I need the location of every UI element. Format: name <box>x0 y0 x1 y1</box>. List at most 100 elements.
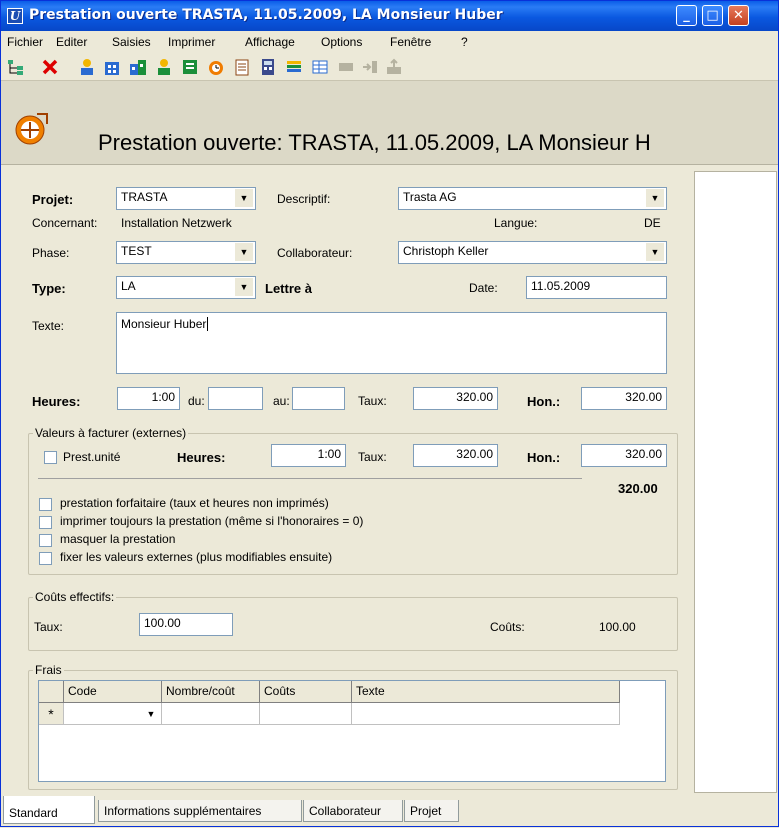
grid-cell-texte[interactable] <box>352 703 620 725</box>
du-field[interactable] <box>208 387 263 410</box>
option-checkbox-masquer[interactable] <box>39 534 52 547</box>
block-icon[interactable] <box>337 58 355 76</box>
menu-imprimer[interactable]: Imprimer <box>168 35 215 49</box>
valeurs-heures-value: 1:00 <box>317 447 341 461</box>
column-header-nombre[interactable]: Nombre/coût <box>162 681 260 703</box>
side-panel <box>694 171 777 793</box>
texte-field[interactable]: Monsieur Huber <box>116 312 667 374</box>
langue-label: Langue: <box>494 216 538 230</box>
menu-options[interactable]: Options <box>321 35 362 49</box>
collaborateur-select[interactable]: Christoph Keller <box>398 241 667 264</box>
chevron-down-icon[interactable]: ▼ <box>235 189 253 207</box>
texte-label: Texte: <box>32 319 65 333</box>
taux-field[interactable]: 320.00 <box>413 387 498 410</box>
menu-fenetre[interactable]: Fenêtre <box>390 35 431 49</box>
date-field[interactable]: 11.05.2009 <box>526 276 667 299</box>
column-header-code[interactable]: Code <box>64 681 162 703</box>
tab-projet[interactable]: Projet <box>404 800 459 822</box>
column-header-couts[interactable]: Coûts <box>260 681 352 703</box>
hon-field[interactable]: 320.00 <box>581 387 667 410</box>
valeurs-hon-label: Hon.: <box>527 450 561 465</box>
tree-icon[interactable] <box>7 58 25 76</box>
menu-fichier[interactable]: Fichier <box>7 35 43 49</box>
du-label: du: <box>188 394 205 408</box>
chevron-down-icon[interactable]: ▼ <box>142 705 160 723</box>
tab-collaborateur[interactable]: Collaborateur <box>303 800 403 822</box>
hon-label: Hon.: <box>527 394 561 409</box>
valeurs-taux-label: Taux: <box>358 450 387 464</box>
table-icon[interactable] <box>311 58 329 76</box>
menu-saisies[interactable]: Saisies <box>112 35 151 49</box>
date-value: 11.05.2009 <box>531 279 591 293</box>
option-checkbox-fixer[interactable] <box>39 552 52 565</box>
person-green-icon[interactable] <box>155 58 173 76</box>
text-cursor <box>207 317 209 331</box>
maximize-button[interactable]: □ <box>702 5 723 26</box>
descriptif-value: Trasta AG <box>403 190 457 204</box>
prest-unite-checkbox[interactable] <box>44 451 57 464</box>
valeurs-hon-field[interactable]: 320.00 <box>581 444 667 467</box>
couts-taux-field[interactable]: 100.00 <box>139 613 233 636</box>
new-row-marker: * <box>39 703 64 725</box>
notebook-icon[interactable] <box>181 58 199 76</box>
collaborateur-value: Christoph Keller <box>403 244 489 258</box>
valeurs-hon-value: 320.00 <box>625 447 662 461</box>
valeurs-heures-field[interactable]: 1:00 <box>271 444 346 467</box>
taux-value: 320.00 <box>456 390 493 404</box>
valeurs-taux-value: 320.00 <box>456 447 493 461</box>
column-header-texte[interactable]: Texte <box>352 681 620 703</box>
hon-value: 320.00 <box>625 390 662 404</box>
menu-affichage[interactable]: Affichage <box>245 35 295 49</box>
delete-icon[interactable] <box>41 58 59 76</box>
projet-value: TRASTA <box>121 190 168 204</box>
concernant-value: Installation Netzwerk <box>121 216 232 230</box>
chevron-down-icon[interactable]: ▼ <box>235 278 253 296</box>
heures-field[interactable]: 1:00 <box>117 387 180 410</box>
tab-bar: Standard Informations supplémentaires Co… <box>1 796 778 828</box>
calculator-icon[interactable] <box>259 58 277 76</box>
building-icon[interactable] <box>103 58 121 76</box>
option-checkbox-forfaitaire[interactable] <box>39 498 52 511</box>
chevron-down-icon[interactable]: ▼ <box>646 189 664 207</box>
descriptif-select[interactable]: Trasta AG <box>398 187 667 210</box>
frais-group-title: Frais <box>33 663 64 677</box>
tab-informations[interactable]: Informations supplémentaires <box>98 800 302 822</box>
projet-label: Projet: <box>32 192 74 207</box>
grid-corner <box>39 681 64 703</box>
frais-grid[interactable]: Code Nombre/coût Coûts Texte * ▼ <box>38 680 666 782</box>
chevron-down-icon[interactable]: ▼ <box>235 243 253 261</box>
arrow-right-icon[interactable] <box>361 58 379 76</box>
chevron-down-icon[interactable]: ▼ <box>646 243 664 261</box>
clock-icon[interactable] <box>207 58 225 76</box>
title-bar[interactable]: U Prestation ouverte TRASTA, 11.05.2009,… <box>1 1 778 31</box>
close-button[interactable]: ✕ <box>728 5 749 26</box>
tab-standard[interactable]: Standard <box>3 796 95 824</box>
divider <box>38 478 582 479</box>
menu-help[interactable]: ? <box>461 35 468 49</box>
grid-cell-couts[interactable] <box>260 703 352 725</box>
option-checkbox-imprimer[interactable] <box>39 516 52 529</box>
couts-value: 100.00 <box>599 620 636 634</box>
option-label-forfaitaire: prestation forfaitaire (taux et heures n… <box>60 496 329 510</box>
export-icon[interactable] <box>385 58 403 76</box>
toolbar <box>1 53 778 81</box>
stack-icon[interactable] <box>285 58 303 76</box>
minimize-button[interactable]: _ <box>676 5 697 26</box>
option-label-masquer: masquer la prestation <box>60 532 176 546</box>
descriptif-label: Descriptif: <box>277 192 331 206</box>
grid-cell-nombre[interactable] <box>162 703 260 725</box>
document-icon[interactable] <box>233 58 251 76</box>
valeurs-total: 320.00 <box>618 481 658 496</box>
au-field[interactable] <box>292 387 345 410</box>
page-title: Prestation ouverte: TRASTA, 11.05.2009, … <box>98 130 651 155</box>
phase-value: TEST <box>121 244 152 258</box>
person-icon[interactable] <box>78 58 96 76</box>
grid-cell-code[interactable]: ▼ <box>64 703 162 725</box>
buildings-icon[interactable] <box>129 58 147 76</box>
phase-label: Phase: <box>32 246 70 260</box>
prest-unite-label: Prest.unité <box>63 450 121 464</box>
menu-editer[interactable]: Editer <box>56 35 87 49</box>
valeurs-heures-label: Heures: <box>177 450 226 465</box>
main-window: U Prestation ouverte TRASTA, 11.05.2009,… <box>0 0 779 827</box>
valeurs-taux-field[interactable]: 320.00 <box>413 444 498 467</box>
